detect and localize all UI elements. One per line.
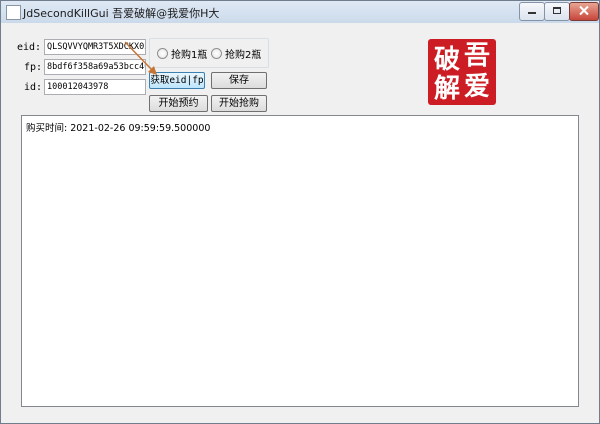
- log-output-textarea[interactable]: 购买时间: 2021-02-26 09:59:59.500000: [21, 115, 579, 407]
- minimize-button[interactable]: [519, 2, 545, 21]
- seal-char-3: 破: [433, 45, 460, 75]
- seal-logo: 吾 破 爱 解: [428, 39, 496, 105]
- eid-label: eid:: [17, 42, 42, 53]
- save-button[interactable]: 保存: [211, 72, 267, 89]
- radio-buy-2[interactable]: [211, 48, 222, 59]
- fp-label: fp:: [24, 62, 43, 73]
- window-title: JdSecondKillGui 吾爱破解@我爱你H大: [23, 7, 220, 20]
- minimize-icon: [528, 12, 536, 14]
- start-reserve-button[interactable]: 开始预约: [149, 95, 208, 112]
- seal-char-2: 爱: [463, 72, 490, 102]
- annotation-arrow-icon: [124, 41, 157, 75]
- radio-buy-2-label[interactable]: 抢购2瓶: [225, 46, 261, 61]
- app-window: JdSecondKillGui 吾爱破解@我爱你H大 eid: QLSQVVYQ…: [0, 0, 600, 424]
- log-line: 购买时间: 2021-02-26 09:59:59.500000: [26, 123, 211, 134]
- close-icon: [579, 5, 589, 16]
- id-label: id:: [24, 82, 43, 93]
- window-icon: [6, 5, 21, 20]
- id-input[interactable]: 100012043978: [44, 79, 146, 95]
- seal-char-1: 吾: [463, 41, 490, 71]
- start-buy-button[interactable]: 开始抢购: [211, 95, 267, 112]
- radio-buy-1-label[interactable]: 抢购1瓶: [171, 46, 207, 61]
- maximize-icon: [553, 7, 561, 14]
- seal-char-4: 解: [433, 74, 460, 104]
- maximize-button[interactable]: [544, 2, 570, 21]
- title-bar[interactable]: JdSecondKillGui 吾爱破解@我爱你H大: [1, 1, 599, 23]
- close-button[interactable]: [569, 2, 599, 21]
